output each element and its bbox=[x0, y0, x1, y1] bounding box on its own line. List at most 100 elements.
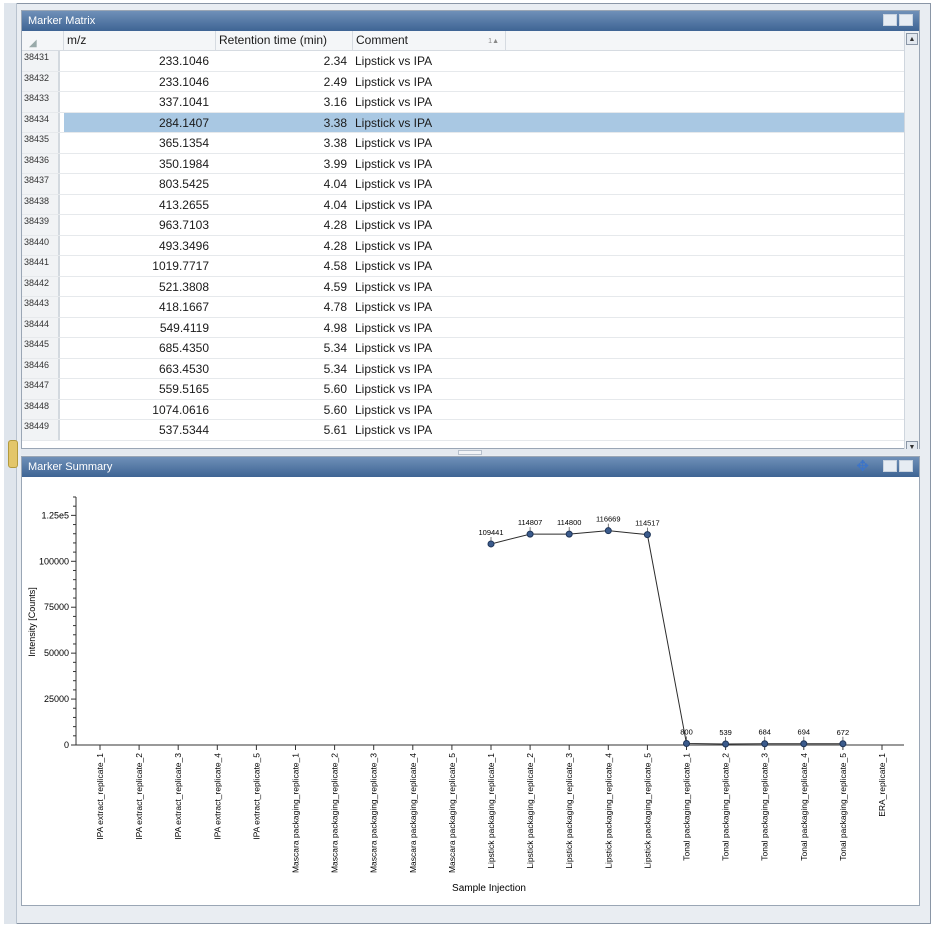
table-row[interactable]: 38437 803.5425 4.04 Lipstick vs IPA bbox=[22, 174, 906, 195]
y-axis-label: Intensity [Counts] bbox=[27, 587, 37, 657]
x-tick-label: Tonal packaging_replicate_4 bbox=[799, 753, 809, 861]
data-label: 694 bbox=[798, 728, 811, 737]
row-id[interactable]: 38438 bbox=[22, 194, 60, 214]
data-point[interactable] bbox=[800, 740, 808, 748]
sort-ascending-icon: 1▲ bbox=[488, 38, 499, 45]
data-label: 114800 bbox=[557, 518, 581, 527]
minimize-button[interactable] bbox=[883, 14, 897, 26]
table-row[interactable]: 38443 418.1667 4.78 Lipstick vs IPA bbox=[22, 297, 906, 318]
x-tick-label: Mascara packaging_replicate_1 bbox=[291, 753, 301, 873]
marker-summary-panel: Marker Summary ✥ Intensity [Counts] Samp… bbox=[21, 456, 920, 906]
row-id[interactable]: 38440 bbox=[22, 235, 60, 255]
x-tick-label: Tonal packaging_replicate_1 bbox=[682, 753, 692, 861]
column-header-mz[interactable]: m/z bbox=[64, 31, 216, 50]
y-tick-label: 75000 bbox=[44, 602, 69, 612]
row-id[interactable]: 38439 bbox=[22, 215, 60, 235]
table-row[interactable]: 38438 413.2655 4.04 Lipstick vs IPA bbox=[22, 194, 906, 215]
minimize-button[interactable] bbox=[883, 460, 897, 472]
row-id[interactable]: 38437 bbox=[22, 174, 60, 194]
x-tick-label: IPA extract_replicate_3 bbox=[173, 753, 183, 840]
cell-rt: 4.59 bbox=[323, 279, 347, 294]
cell-rt: 4.28 bbox=[323, 218, 347, 232]
data-point[interactable] bbox=[643, 531, 651, 539]
table-row[interactable]: 38449 537.5344 5.61 Lipstick vs IPA bbox=[22, 420, 906, 441]
cell-comment: Lipstick vs IPA bbox=[355, 95, 433, 109]
table-row[interactable]: 38440 493.3496 4.28 Lipstick vs IPA bbox=[22, 235, 906, 256]
series-line bbox=[490, 530, 843, 745]
cell-comment: Lipstick vs IPA bbox=[355, 382, 433, 396]
table-row[interactable]: 38434 284.1407 3.38 Lipstick vs IPA bbox=[22, 112, 906, 133]
data-label: 800 bbox=[680, 728, 693, 737]
y-tick-label: 1.25e5 bbox=[41, 510, 69, 520]
cell-comment: Lipstick vs IPA bbox=[355, 177, 433, 191]
table-row[interactable]: 38448 1074.0616 5.60 Lipstick vs IPA bbox=[22, 399, 906, 420]
table-row[interactable]: 38444 549.4119 4.98 Lipstick vs IPA bbox=[22, 317, 906, 338]
cell-rt: 4.58 bbox=[323, 259, 347, 273]
table-row[interactable]: 38432 233.1046 2.49 Lipstick vs IPA bbox=[22, 71, 906, 92]
marker-summary-titlebar: Marker Summary ✥ bbox=[22, 457, 919, 477]
select-all-corner[interactable]: ◢ bbox=[22, 31, 64, 50]
data-point[interactable] bbox=[487, 540, 495, 548]
cell-mz: 1019.7717 bbox=[152, 259, 209, 273]
row-id[interactable]: 38445 bbox=[22, 338, 60, 358]
cell-comment: Lipstick vs IPA bbox=[355, 218, 433, 232]
marker-matrix-titlebar: Marker Matrix bbox=[22, 11, 919, 31]
move-icon[interactable]: ✥ bbox=[856, 458, 869, 476]
x-tick-label: Mascara packaging_replicate_3 bbox=[369, 753, 379, 873]
x-tick-label: Mascara packaging_replicate_2 bbox=[330, 753, 340, 873]
row-id[interactable]: 38449 bbox=[22, 420, 60, 440]
splitter-grip[interactable] bbox=[458, 450, 482, 455]
row-id[interactable]: 38434 bbox=[22, 112, 60, 132]
data-point[interactable] bbox=[722, 740, 730, 748]
data-label: 109441 bbox=[478, 528, 503, 537]
x-tick-label: Tonal packaging_replicate_2 bbox=[721, 753, 731, 861]
data-label: 539 bbox=[719, 728, 732, 737]
table-row[interactable]: 38447 559.5165 5.60 Lipstick vs IPA bbox=[22, 379, 906, 400]
cell-mz: 559.5165 bbox=[158, 382, 209, 396]
data-point[interactable] bbox=[565, 530, 573, 538]
table-row[interactable]: 38433 337.1041 3.16 Lipstick vs IPA bbox=[22, 92, 906, 113]
table-row[interactable]: 38446 663.4530 5.34 Lipstick vs IPA bbox=[22, 358, 906, 379]
column-header-comment[interactable]: Comment 1▲ bbox=[353, 31, 506, 50]
table-row[interactable]: 38435 365.1354 3.38 Lipstick vs IPA bbox=[22, 133, 906, 154]
data-point[interactable] bbox=[761, 740, 769, 748]
table-row[interactable]: 38431 233.1046 2.34 Lipstick vs IPA bbox=[22, 51, 906, 72]
data-point[interactable] bbox=[683, 740, 690, 748]
row-id[interactable]: 38441 bbox=[22, 256, 60, 276]
row-id[interactable]: 38431 bbox=[22, 51, 60, 71]
row-id[interactable]: 38444 bbox=[22, 317, 60, 337]
row-id[interactable]: 38433 bbox=[22, 92, 60, 112]
x-tick-label: ERA_replicate_1 bbox=[877, 753, 887, 817]
data-point[interactable] bbox=[604, 527, 612, 535]
row-id[interactable]: 38432 bbox=[22, 71, 60, 91]
cell-rt: 5.61 bbox=[323, 423, 347, 437]
row-id[interactable]: 38446 bbox=[22, 358, 60, 378]
row-id[interactable]: 38442 bbox=[22, 276, 60, 296]
row-id[interactable]: 38435 bbox=[22, 133, 60, 153]
table-row[interactable]: 38439 963.7103 4.28 Lipstick vs IPA bbox=[22, 215, 906, 236]
cell-mz: 284.1407 bbox=[64, 112, 213, 132]
cell-comment: Lipstick vs IPA bbox=[355, 238, 433, 253]
scroll-up-icon[interactable]: ▲ bbox=[906, 33, 918, 45]
cell-comment: Lipstick vs IPA bbox=[355, 136, 433, 150]
table-row[interactable]: 38436 350.1984 3.99 Lipstick vs IPA bbox=[22, 153, 906, 174]
table-row[interactable]: 38442 521.3808 4.59 Lipstick vs IPA bbox=[22, 276, 906, 297]
marker-matrix-title: Marker Matrix bbox=[28, 15, 96, 27]
table-row[interactable]: 38445 685.4350 5.34 Lipstick vs IPA bbox=[22, 338, 906, 359]
column-header-rt[interactable]: Retention time (min) bbox=[216, 31, 353, 50]
data-point[interactable] bbox=[839, 740, 847, 748]
x-tick-label: IPA extract_replicate_2 bbox=[134, 753, 144, 840]
table-row[interactable]: 38441 1019.7717 4.58 Lipstick vs IPA bbox=[22, 256, 906, 277]
row-id[interactable]: 38448 bbox=[22, 399, 60, 419]
panel-splitter[interactable] bbox=[21, 449, 920, 455]
cell-mz: 493.3496 bbox=[158, 238, 209, 253]
side-dock-grip[interactable] bbox=[8, 440, 18, 468]
row-id[interactable]: 38443 bbox=[22, 297, 60, 317]
row-id[interactable]: 38447 bbox=[22, 379, 60, 399]
data-point[interactable] bbox=[526, 530, 534, 538]
maximize-button[interactable] bbox=[899, 460, 913, 472]
vertical-scrollbar[interactable]: ▲ ▼ bbox=[904, 31, 919, 455]
row-id[interactable]: 38436 bbox=[22, 153, 60, 173]
maximize-button[interactable] bbox=[899, 14, 913, 26]
cell-comment: Lipstick vs IPA bbox=[355, 54, 433, 68]
